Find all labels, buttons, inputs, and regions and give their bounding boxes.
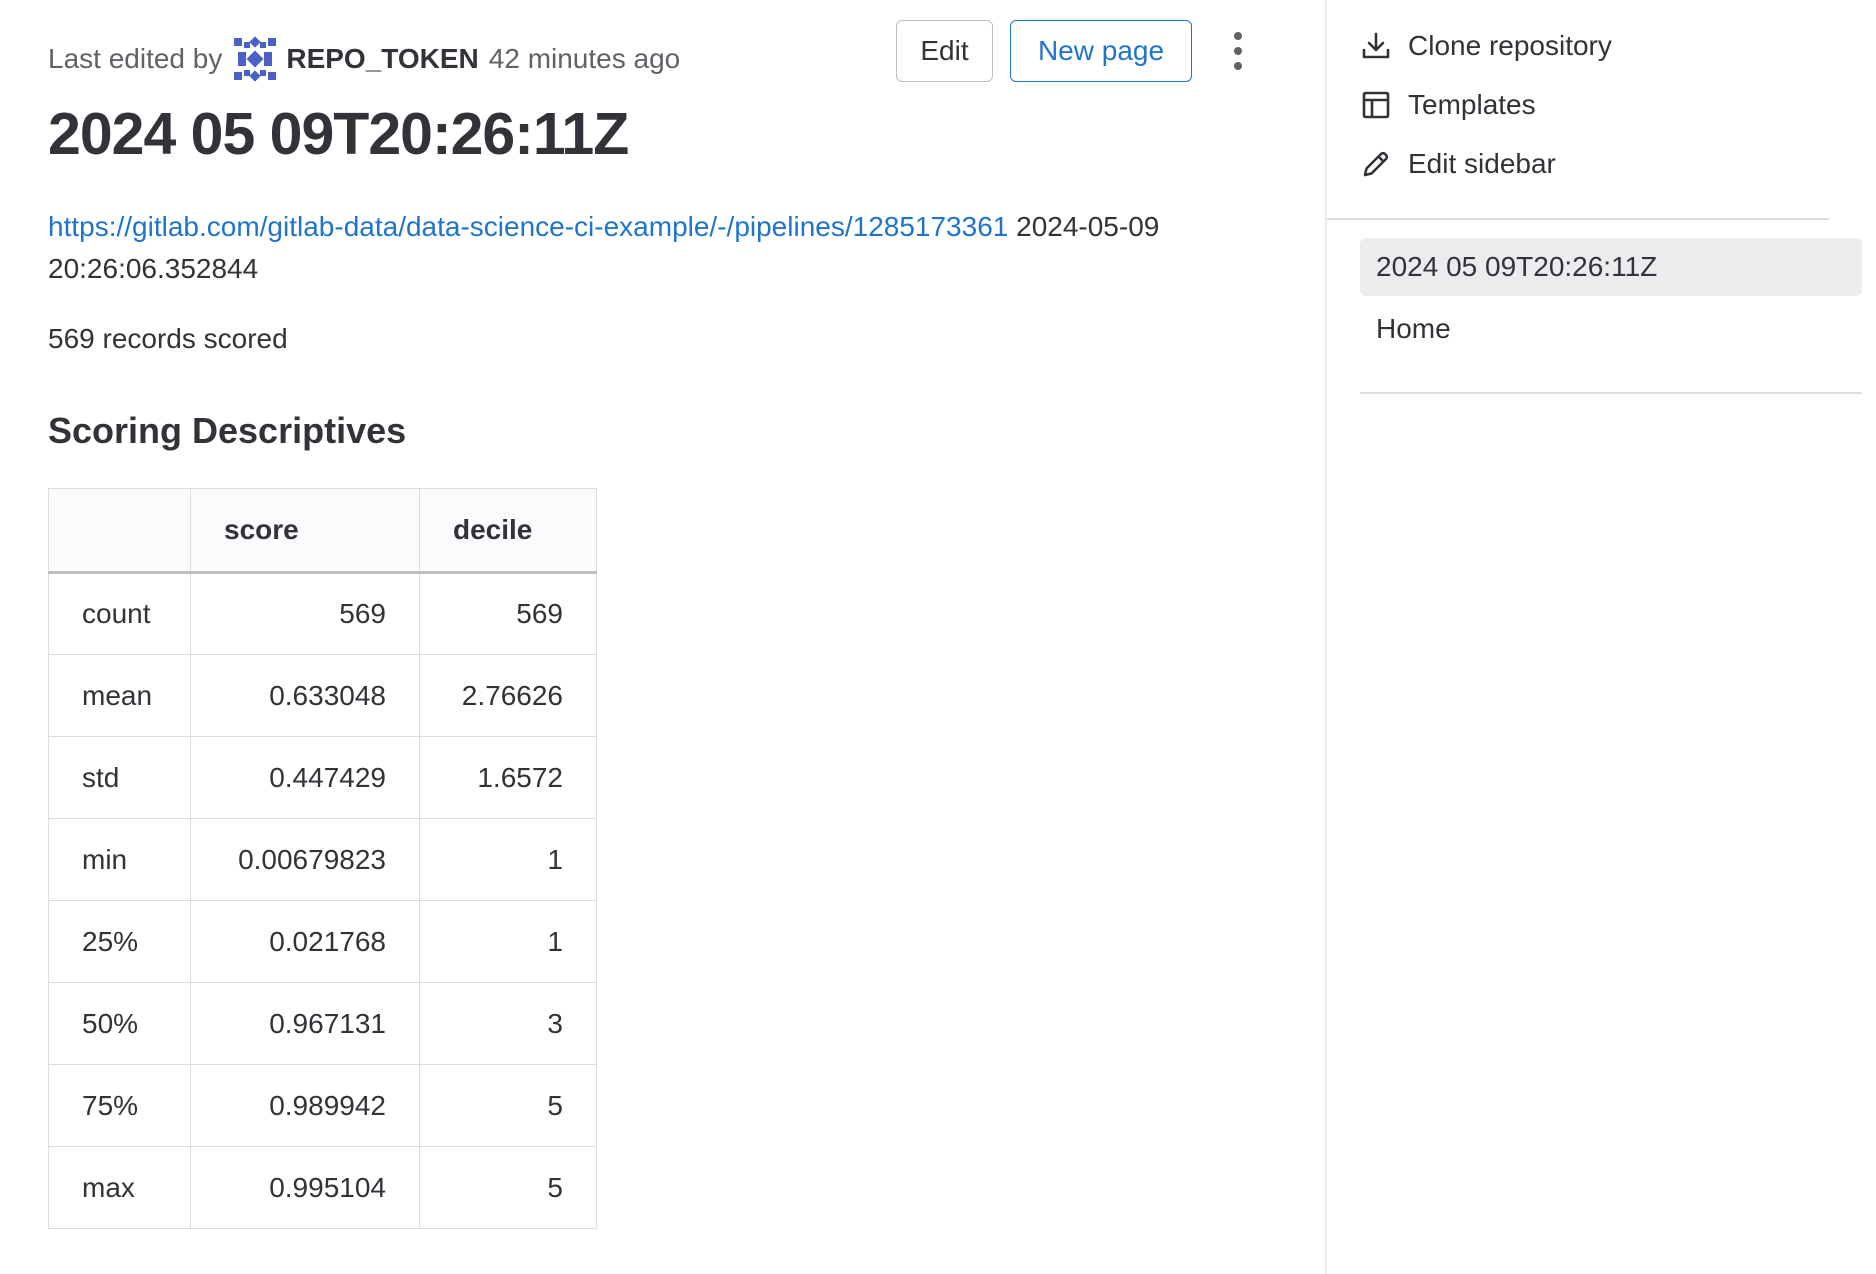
table-header-cell (48, 488, 191, 574)
row-label: 75% (48, 1064, 191, 1147)
main-content: Last edited by REPO_TOKEN 42 minutes ago… (0, 0, 1322, 1274)
row-label: mean (48, 654, 191, 737)
pipeline-paragraph: https://gitlab.com/gitlab-data/data-scie… (48, 206, 1298, 290)
table-row: count 569 569 (48, 572, 597, 655)
score-cell: 0.633048 (190, 654, 420, 737)
user-avatar[interactable] (232, 36, 278, 82)
sidebar-separator (1360, 392, 1862, 394)
template-icon (1362, 91, 1390, 119)
row-label: std (48, 736, 191, 819)
decile-cell: 569 (419, 572, 597, 655)
download-icon (1362, 32, 1390, 59)
edit-button[interactable]: Edit (896, 20, 993, 82)
ellipsis-vertical-icon[interactable] (1220, 20, 1256, 82)
clone-repository-link[interactable]: Clone repository (1360, 30, 1612, 62)
score-cell: 0.021768 (190, 900, 420, 983)
edit-sidebar-link[interactable]: Edit sidebar (1360, 148, 1556, 180)
score-cell: 569 (190, 572, 420, 655)
table-row: 75% 0.989942 5 (48, 1064, 597, 1147)
section-heading: Scoring Descriptives (48, 410, 407, 451)
sidebar-page-current[interactable]: 2024 05 09T20:26:11Z (1360, 238, 1862, 296)
decile-cell: 1.6572 (419, 736, 597, 819)
score-cell: 0.967131 (190, 982, 420, 1065)
table-header-cell: decile (419, 488, 597, 574)
templates-link[interactable]: Templates (1360, 89, 1536, 121)
table-row: min 0.00679823 1 (48, 818, 597, 901)
records-scored-text: 569 records scored (48, 323, 288, 354)
row-label: count (48, 572, 191, 655)
row-label: 25% (48, 900, 191, 983)
table-header-cell: score (190, 488, 420, 574)
clone-repository-label: Clone repository (1408, 30, 1612, 61)
templates-label: Templates (1408, 89, 1536, 120)
decile-cell: 5 (419, 1064, 597, 1147)
row-label: min (48, 818, 191, 901)
table-row: 25% 0.021768 1 (48, 900, 597, 983)
page-title: 2024 05 09T20:26:11Z (48, 101, 629, 167)
row-label: max (48, 1146, 191, 1229)
table-header-row: score decile (48, 488, 597, 574)
identicon-icon (234, 36, 277, 82)
edit-sidebar-label: Edit sidebar (1408, 148, 1556, 179)
score-cell: 0.989942 (190, 1064, 420, 1147)
scoring-descriptives-table: score decile count 569 569 mean 0.633048… (48, 488, 597, 1229)
row-label: 50% (48, 982, 191, 1065)
pipeline-link[interactable]: https://gitlab.com/gitlab-data/data-scie… (48, 211, 1008, 242)
table-row: 50% 0.967131 3 (48, 982, 597, 1065)
table-row: max 0.995104 5 (48, 1146, 597, 1229)
pencil-icon (1363, 151, 1389, 177)
decile-cell: 2.76626 (419, 654, 597, 737)
last-edited-info: Last edited by REPO_TOKEN 42 minutes ago (48, 36, 680, 82)
decile-cell: 5 (419, 1146, 597, 1229)
sidebar-page-home[interactable]: Home (1360, 300, 1862, 358)
decile-cell: 1 (419, 900, 597, 983)
decile-cell: 3 (419, 982, 597, 1065)
score-cell: 0.447429 (190, 736, 420, 819)
score-cell: 0.00679823 (190, 818, 420, 901)
table-row: mean 0.633048 2.76626 (48, 654, 597, 737)
edited-time: 42 minutes ago (488, 43, 681, 74)
sidebar-separator (1327, 218, 1829, 220)
table-row: std 0.447429 1.6572 (48, 736, 597, 819)
decile-cell: 1 (419, 818, 597, 901)
author-name[interactable]: REPO_TOKEN (286, 43, 478, 75)
last-edited-label: Last edited by (48, 43, 223, 74)
wiki-sidebar: Clone repository Templates Edit sidebar … (1327, 0, 1876, 1274)
page-actions: Edit New page (896, 20, 1256, 82)
score-cell: 0.995104 (190, 1146, 420, 1229)
wiki-page: Last edited by REPO_TOKEN 42 minutes ago… (0, 0, 1876, 1274)
new-page-button[interactable]: New page (1010, 20, 1192, 82)
